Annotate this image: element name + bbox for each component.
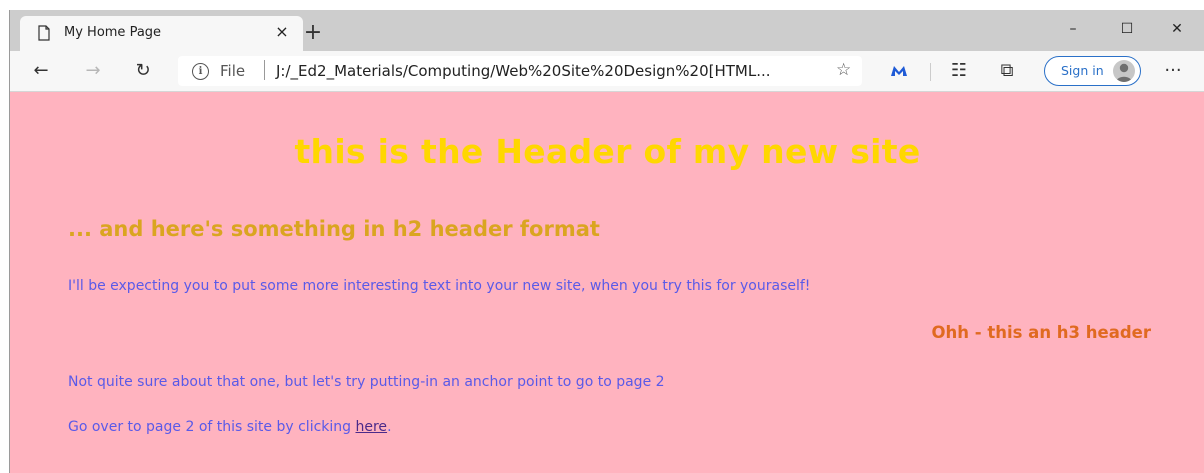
page-heading-h2: ... and here's something in h2 header fo… [68,217,600,241]
page-icon [38,25,50,41]
minimize-button[interactable]: – [1053,18,1093,40]
sign-in-label: Sign in [1061,63,1104,78]
more-options-icon[interactable]: ··· [1160,59,1186,83]
toolbar-divider [930,63,931,81]
sign-in-button[interactable]: Sign in [1044,56,1141,86]
page-heading-h1: this is the Header of my new site [294,132,921,171]
tab-title: My Home Page [64,25,162,40]
url-scheme: File [220,62,246,80]
page-two-text: Go over to page 2 of this site by clicki… [68,419,356,435]
page-heading-h3: Ohh - this an h3 header [931,323,1151,342]
anchor-note-paragraph: Not quite sure about that one, but let's… [68,374,665,390]
extension-icon[interactable] [886,59,912,83]
page-two-period: . [387,419,392,435]
address-bar[interactable]: i File J:/_Ed2_Materials/Computing/Web%2… [178,56,862,86]
close-window-button[interactable]: ✕ [1157,18,1197,40]
maximize-button[interactable]: ☐ [1107,18,1147,40]
tab-actions-icon[interactable]: ⧉ [994,59,1020,83]
address-toolbar: ← → ↻ i File J:/_Ed2_Materials/Computing… [10,51,1204,92]
star-icon[interactable]: ☆ [836,60,851,80]
forward-button[interactable]: → [80,59,106,83]
tab-strip: My Home Page × + – ☐ ✕ [10,10,1204,51]
page-two-link[interactable]: here [356,419,388,435]
back-button[interactable]: ← [28,59,54,83]
intro-paragraph: I'll be expecting you to put some more i… [68,278,811,294]
tab-my-home-page[interactable]: My Home Page × [20,16,303,51]
close-tab-icon[interactable]: × [272,22,292,42]
cropped-heading-strip [0,0,1204,10]
collections-icon[interactable]: ☷ [946,59,972,83]
page-two-paragraph: Go over to page 2 of this site by clicki… [68,419,392,435]
url-text[interactable]: J:/_Ed2_Materials/Computing/Web%20Site%2… [276,62,771,80]
new-tab-button[interactable]: + [302,22,324,45]
browser-window: My Home Page × + – ☐ ✕ ← → ↻ i File J:/_… [9,10,1204,473]
page-content: this is the Header of my new site ... an… [10,92,1204,473]
address-separator [264,60,265,80]
avatar [1113,60,1135,82]
refresh-button[interactable]: ↻ [130,59,156,83]
info-icon[interactable]: i [192,63,209,80]
